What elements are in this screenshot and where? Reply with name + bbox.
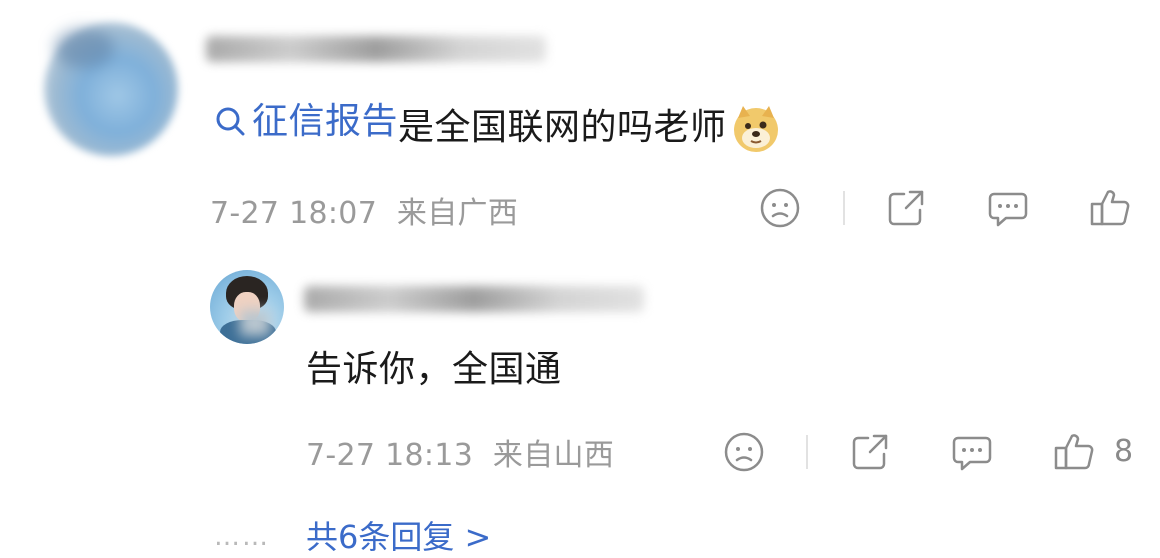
search-keyword-link[interactable]: 征信报告 bbox=[214, 100, 398, 144]
replier-avatar[interactable] bbox=[210, 270, 284, 344]
action-divider bbox=[806, 435, 808, 469]
share-icon[interactable] bbox=[848, 430, 892, 474]
reply-text: 告诉你，全国通 bbox=[306, 349, 562, 390]
comment-meta: 7-27 18:07 来自广西 bbox=[210, 188, 518, 232]
comment-bubble-icon[interactable] bbox=[950, 430, 994, 474]
comment-location: 来自广西 bbox=[396, 196, 519, 231]
commenter-name-blurred[interactable] bbox=[206, 36, 546, 62]
reply-timestamp: 7-27 18:13 bbox=[306, 438, 474, 473]
reply-like-count: 8 bbox=[1114, 434, 1134, 469]
like-thumb-icon[interactable] bbox=[1088, 186, 1132, 230]
dislike-face-icon[interactable] bbox=[722, 430, 766, 474]
comment-timestamp: 7-27 18:07 bbox=[210, 196, 378, 231]
view-replies-link[interactable]: 共6条回复 > bbox=[306, 512, 491, 558]
share-icon[interactable] bbox=[884, 186, 928, 230]
replier-name-blurred[interactable] bbox=[304, 286, 644, 312]
like-thumb-icon[interactable] bbox=[1052, 430, 1096, 474]
search-icon bbox=[216, 107, 245, 136]
action-divider bbox=[843, 191, 845, 225]
comment-text-rest: 是全国联网的吗老师 bbox=[398, 107, 727, 148]
thread-dots: …… bbox=[214, 522, 270, 552]
reply-location: 来自山西 bbox=[492, 438, 615, 473]
search-keyword-text: 征信报告 bbox=[252, 101, 399, 142]
commenter-avatar[interactable] bbox=[44, 22, 178, 156]
reply-meta: 7-27 18:13 来自山西 bbox=[306, 430, 614, 474]
comment-text: 征信报告 是全国联网的吗老师 bbox=[214, 100, 781, 154]
comment-bubble-icon[interactable] bbox=[986, 186, 1030, 230]
doge-emoji-icon bbox=[733, 106, 778, 152]
dislike-face-icon[interactable] bbox=[758, 186, 802, 230]
